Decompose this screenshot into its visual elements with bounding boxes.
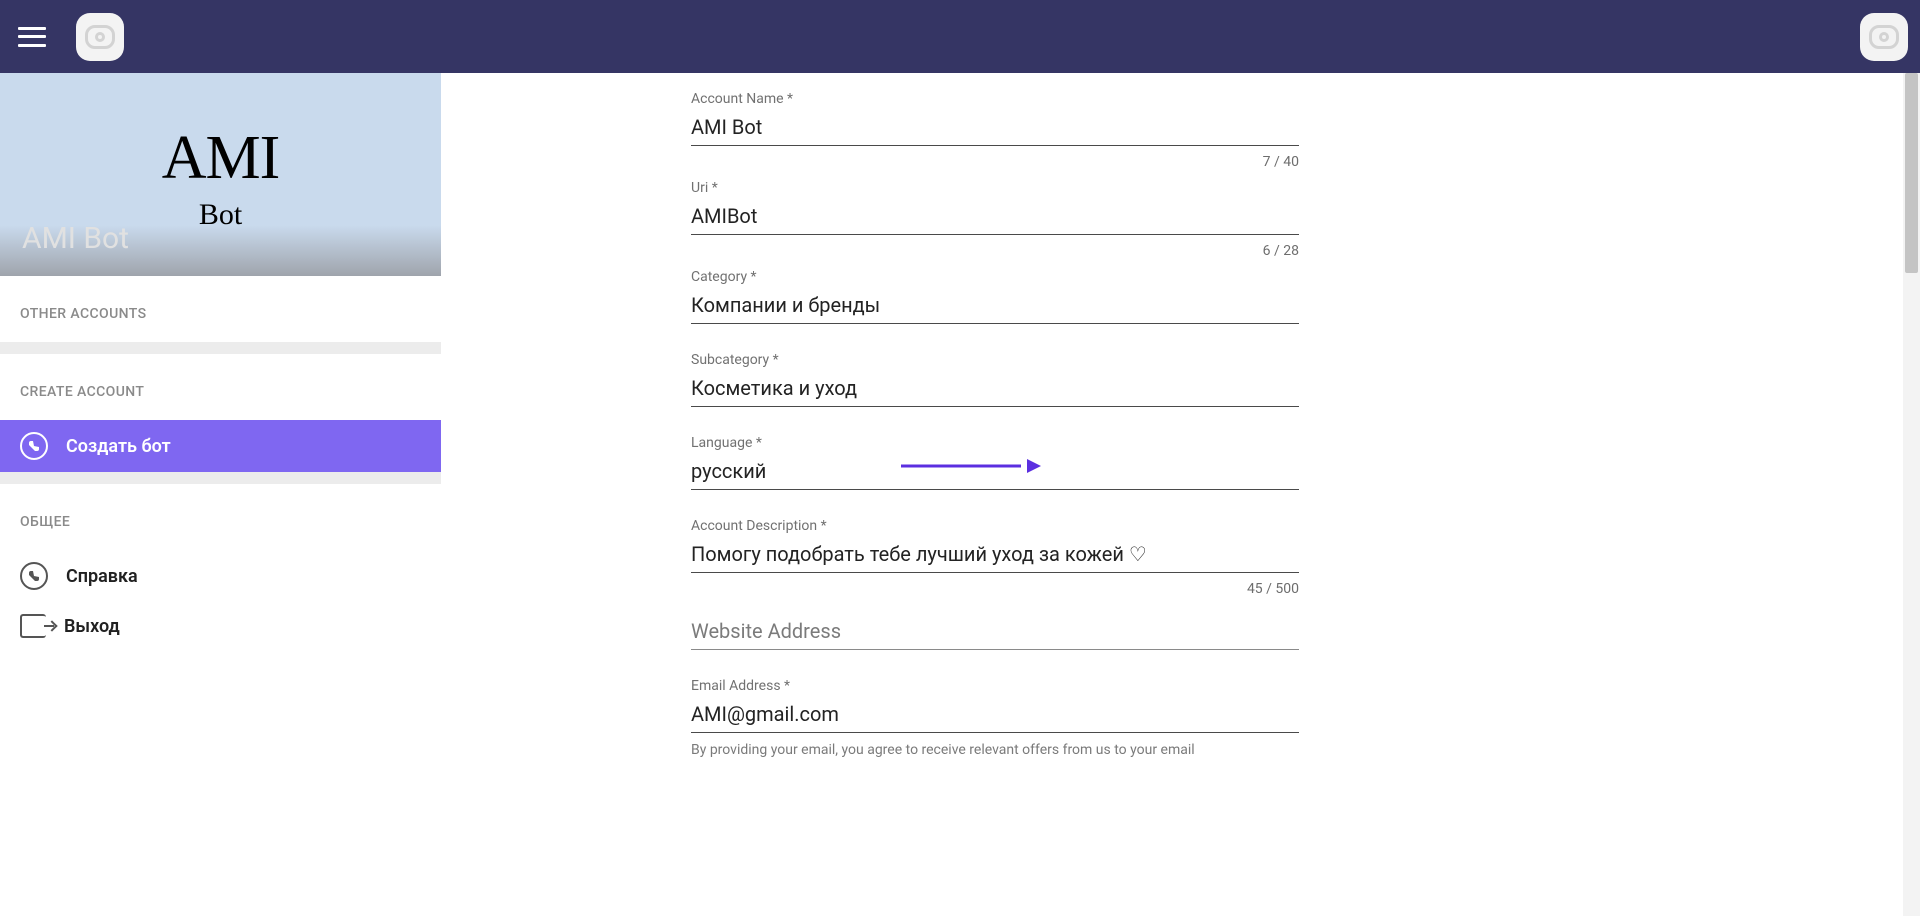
- sidebar-item-create-bot[interactable]: Создать бот: [0, 420, 441, 472]
- label-uri: Uri *: [691, 180, 1299, 196]
- helper-email: By providing your email, you agree to re…: [691, 741, 1299, 761]
- counter-description: 45 / 500: [691, 581, 1299, 597]
- sidebar-item-label: Справка: [66, 566, 138, 587]
- viber-icon: [20, 432, 48, 460]
- input-email[interactable]: [691, 698, 1299, 733]
- app-logo-left[interactable]: [76, 13, 124, 61]
- topbar: [0, 0, 1920, 73]
- viber-logo-icon: [85, 25, 115, 49]
- sidebar-item-label: Создать бот: [66, 436, 171, 457]
- input-description[interactable]: [691, 538, 1299, 573]
- select-subcategory[interactable]: [691, 372, 1299, 407]
- sidebar: AMI Bot AMI Bot OTHER ACCOUNTS CREATE AC…: [0, 73, 441, 916]
- sidebar-item-help[interactable]: Справка: [0, 550, 441, 602]
- counter-uri: 6 / 28: [691, 243, 1299, 259]
- field-subcategory: Subcategory *: [691, 352, 1299, 407]
- field-email: Email Address * By providing your email,…: [691, 678, 1299, 761]
- sidebar-item-label: Выход: [64, 616, 120, 637]
- scrollbar[interactable]: [1903, 73, 1920, 916]
- field-language: Language *: [691, 435, 1299, 490]
- menu-icon[interactable]: [18, 27, 46, 47]
- select-language[interactable]: [691, 455, 1299, 490]
- divider: [0, 342, 441, 354]
- input-uri[interactable]: [691, 200, 1299, 235]
- label-description: Account Description *: [691, 518, 1299, 534]
- label-category: Category *: [691, 269, 1299, 285]
- input-account-name[interactable]: [691, 111, 1299, 146]
- sidebar-item-logout[interactable]: Выход: [0, 602, 441, 650]
- field-category: Category *: [691, 269, 1299, 324]
- help-icon: [20, 562, 48, 590]
- field-uri: Uri * 6 / 28: [691, 180, 1299, 259]
- input-website[interactable]: [691, 615, 1299, 650]
- section-general: ОБЩЕЕ: [0, 484, 441, 550]
- field-account-name: Account Name * 7 / 40: [691, 91, 1299, 170]
- viber-logo-icon: [1869, 25, 1899, 49]
- app-logo-right[interactable]: [1860, 13, 1908, 61]
- label-account-name: Account Name *: [691, 91, 1299, 107]
- section-create-account: CREATE ACCOUNT: [0, 354, 441, 420]
- account-hero[interactable]: AMI Bot AMI Bot: [0, 73, 441, 276]
- section-other-accounts: OTHER ACCOUNTS: [0, 276, 441, 342]
- hero-subtitle: Bot: [199, 198, 242, 232]
- label-language: Language *: [691, 435, 1299, 451]
- logout-icon: [20, 614, 46, 638]
- counter-account-name: 7 / 40: [691, 154, 1299, 170]
- topbar-left: [18, 13, 124, 61]
- divider: [0, 472, 441, 484]
- scrollbar-thumb[interactable]: [1905, 73, 1918, 273]
- field-description: Account Description * 45 / 500: [691, 518, 1299, 597]
- label-subcategory: Subcategory *: [691, 352, 1299, 368]
- select-category[interactable]: [691, 289, 1299, 324]
- hero-title: AMI: [162, 123, 280, 194]
- main-content: Account Name * 7 / 40 Uri * 6 / 28 Categ…: [441, 73, 1920, 916]
- field-website: [691, 615, 1299, 650]
- label-email: Email Address *: [691, 678, 1299, 694]
- hero-overlay-label: AMI Bot: [22, 221, 129, 256]
